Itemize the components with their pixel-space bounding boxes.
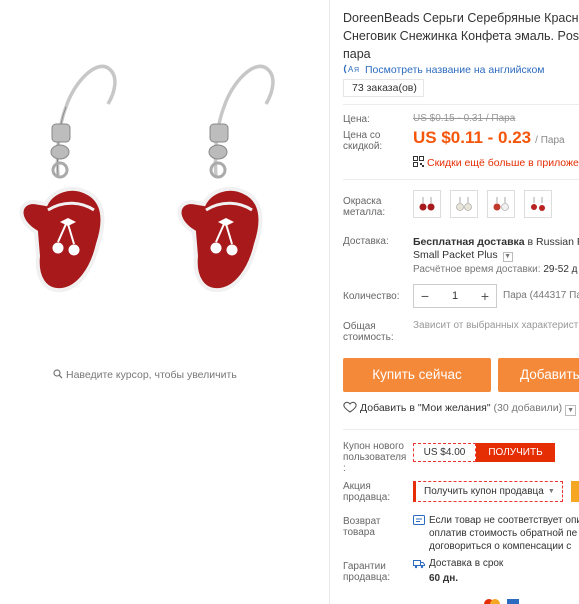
divider <box>343 429 579 430</box>
get-coupon-button[interactable]: ПОЛУЧИТЬ <box>476 443 555 462</box>
add-to-wishlist[interactable]: Добавить в "Мои желания" (30 добавили) ▼ <box>343 401 577 416</box>
guarantee-label: Гарантии продавца: <box>343 561 391 583</box>
seller-promo-label: Акция продавца: <box>343 481 391 503</box>
shipping-destination[interactable]: в Russian Fe <box>528 236 579 248</box>
coupon-amount: US $4.00 <box>413 443 476 462</box>
seller-coupon-text[interactable]: Получить купон продавца <box>424 486 544 497</box>
magnifier-icon <box>53 369 63 379</box>
delivery-time: Расчётное время доставки: 29-52 д <box>413 264 578 275</box>
discount-price: US $0.11 - 0.23/ Пара <box>413 128 565 148</box>
orders-count: 73 заказа(ов) <box>343 79 424 97</box>
delivery-guarantee-days: 60 дн. <box>429 573 459 584</box>
divider <box>343 179 579 180</box>
qr-code-icon <box>413 156 424 167</box>
left-earring <box>19 64 117 293</box>
right-earring <box>177 64 275 293</box>
shipping-service-select[interactable]: Small Packet Plus ▼ <box>413 249 513 262</box>
quantity-plus-button[interactable]: + <box>474 288 496 304</box>
original-price: US $0.15 - 0.31 / Пара <box>413 113 516 124</box>
delivery-time-label: Расчётное время доставки: <box>413 264 541 275</box>
translate-icon: AЯ <box>343 64 359 74</box>
quantity-minus-button[interactable]: − <box>414 288 436 304</box>
delivery-truck-icon <box>413 560 425 569</box>
color-swatch-4[interactable] <box>524 190 552 218</box>
discount-price-label: Цена со скидкой: <box>343 130 383 152</box>
quantity-stepper[interactable]: − 1 + <box>413 284 497 308</box>
wishlist-count: (30 добавили) <box>493 402 563 414</box>
delivery-guarantee-text: Доставка в срок <box>429 558 504 569</box>
shipping-info: Бесплатная доставка в Russian Fe <box>413 235 579 249</box>
svg-text:Я: Я <box>354 67 359 74</box>
product-info-pane: DoreenBeads Серьги Серебряные Красный Сн… <box>343 0 579 604</box>
product-image-pane[interactable]: Наведите курсор, чтобы увеличить <box>0 0 328 604</box>
seller-coupon-tab <box>571 481 579 502</box>
quantity-available: Пара (444317 Па <box>503 290 579 301</box>
chevron-down-icon[interactable]: ▼ <box>548 488 555 495</box>
wishlist-label[interactable]: Добавить в "Мои желания" <box>360 402 491 414</box>
chevron-down-icon[interactable]: ▼ <box>502 252 513 262</box>
product-image[interactable] <box>8 52 308 312</box>
color-swatch-3[interactable] <box>487 190 515 218</box>
quantity-label: Количество: <box>343 291 400 302</box>
app-discount-link[interactable]: Скидки ещё больше в приложении <box>413 156 579 169</box>
free-shipping-text: Бесплатная доставка <box>413 236 525 248</box>
color-swatches <box>413 190 552 218</box>
delivery-time-value: 29-52 д <box>543 264 578 275</box>
shipping-service-name[interactable]: Small Packet Plus <box>413 249 498 261</box>
color-label: Окраска металла: <box>343 196 386 218</box>
product-title: DoreenBeads Серьги Серебряные Красный Сн… <box>343 11 579 61</box>
returns-label: Возврат товара <box>343 516 381 538</box>
translate-title-link[interactable]: A Я Посмотреть название на английском <box>343 62 545 76</box>
discount-price-value: US $0.11 - 0.23 <box>413 128 532 147</box>
seller-coupon-dropdown[interactable]: Получить купон продавца ▼ <box>413 481 563 502</box>
total-label: Общая стоимость: <box>343 321 394 343</box>
add-to-cart-button[interactable]: Добавить <box>498 358 579 392</box>
divider <box>343 104 579 105</box>
return-icon <box>413 515 425 525</box>
color-swatch-1[interactable] <box>413 190 441 218</box>
pane-divider <box>329 0 330 604</box>
shipping-label: Доставка: <box>343 236 389 247</box>
new-user-coupon-label: Купон нового пользователя : <box>343 441 407 474</box>
payment-icons <box>484 599 519 604</box>
price-label: Цена: <box>343 114 370 125</box>
translate-link-text[interactable]: Посмотреть название на английском <box>365 64 545 76</box>
heart-icon <box>343 401 357 413</box>
app-discount-text[interactable]: Скидки ещё больше в приложении <box>427 157 579 169</box>
chevron-down-icon[interactable]: ▼ <box>565 405 577 416</box>
price-unit: / Пара <box>535 135 565 146</box>
returns-text: Если товар не соответствует опи оплатив … <box>429 515 579 552</box>
color-swatch-2[interactable] <box>450 190 478 218</box>
zoom-hint: Наведите курсор, чтобы увеличить <box>53 369 237 381</box>
zoom-hint-text: Наведите курсор, чтобы увеличить <box>66 369 237 381</box>
quantity-input[interactable]: 1 <box>436 290 474 302</box>
buy-now-button[interactable]: Купить сейчас <box>343 358 491 392</box>
total-note: Зависит от выбранных характерист <box>413 320 579 331</box>
